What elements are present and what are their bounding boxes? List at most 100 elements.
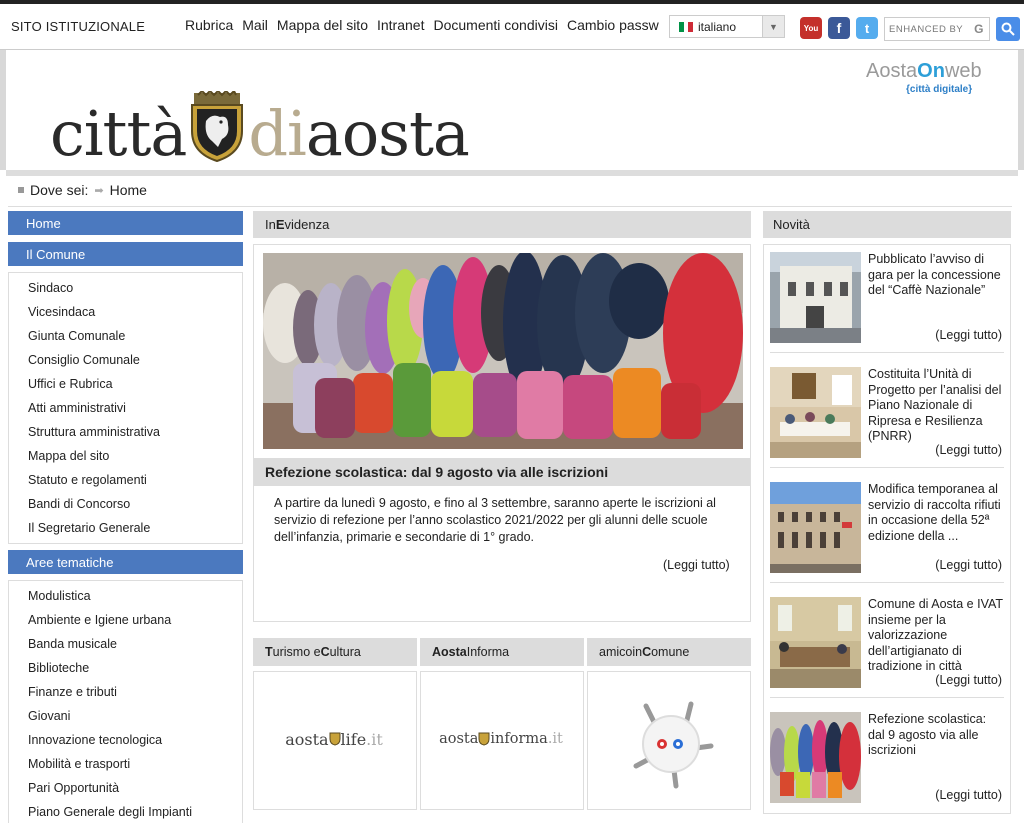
b1-a: T bbox=[265, 645, 273, 659]
facebook-icon[interactable]: f bbox=[828, 17, 850, 39]
sidebar-item-atti[interactable]: Atti amministrativi bbox=[9, 396, 242, 420]
sidebar-item-bandi[interactable]: Bandi di Concorso bbox=[9, 492, 242, 516]
news-item[interactable]: Refezione scolastica: dal 9 agosto via a… bbox=[770, 705, 1004, 813]
breadcrumb-current[interactable]: Home bbox=[110, 182, 147, 198]
sidebar-item-statuto[interactable]: Statuto e regolamenti bbox=[9, 468, 242, 492]
news-title[interactable]: Comune di Aosta e IVAT insieme per la va… bbox=[868, 597, 1004, 675]
sidebar-comune-block: Il Comune Sindaco Vicesindaca Giunta Com… bbox=[8, 242, 243, 544]
top-nav-change-password[interactable]: Cambio passw bbox=[567, 17, 659, 33]
aostaweb-on: On bbox=[917, 60, 945, 82]
aostaonweb-logo[interactable]: AostaOnweb {città digitale} bbox=[866, 60, 982, 95]
b3-a: amicoin bbox=[599, 645, 643, 659]
news-read-more[interactable]: (Leggi tutto) bbox=[935, 788, 1002, 802]
sidebar-item-biblioteche[interactable]: Biblioteche bbox=[9, 656, 242, 680]
logo2-a: aosta bbox=[439, 731, 479, 747]
news-read-more[interactable]: (Leggi tutto) bbox=[935, 558, 1002, 572]
top-nav-mail[interactable]: Mail bbox=[242, 17, 268, 33]
search-placeholder: ENHANCED BY bbox=[889, 23, 964, 35]
aostaweb-web: web bbox=[944, 60, 982, 82]
crest-small-icon bbox=[329, 732, 341, 746]
top-nav-rubrica[interactable]: Rubrica bbox=[185, 17, 233, 33]
news-thumbnail-backpacks bbox=[770, 712, 861, 803]
city-logo[interactable]: città di aosta bbox=[50, 85, 470, 170]
search-button[interactable] bbox=[996, 17, 1020, 41]
sidebar-item-struttura[interactable]: Struttura amministrativa bbox=[9, 420, 242, 444]
news-read-more[interactable]: (Leggi tutto) bbox=[935, 673, 1002, 687]
school-backpacks-image[interactable] bbox=[263, 253, 743, 449]
chevron-down-icon[interactable]: ▼ bbox=[762, 16, 784, 37]
logo-aosta: aosta bbox=[305, 97, 470, 170]
news-item[interactable]: Comune di Aosta e IVAT insieme per la va… bbox=[770, 590, 1004, 698]
breadcrumb-divider bbox=[8, 206, 1012, 207]
amicoincomune-banner[interactable] bbox=[587, 671, 751, 810]
sidebar-item-innovazione[interactable]: Innovazione tecnologica bbox=[9, 728, 242, 752]
news-thumbnail-townhall bbox=[770, 482, 861, 573]
news-read-more[interactable]: (Leggi tutto) bbox=[935, 328, 1002, 342]
youtube-icon[interactable]: You bbox=[800, 17, 822, 39]
evidenza-read-more[interactable]: (Leggi tutto) bbox=[663, 558, 730, 572]
tab-aostainforma[interactable]: Aosta Informa bbox=[420, 638, 584, 666]
sidebar-aree-header[interactable]: Aree tematiche bbox=[8, 550, 243, 574]
tab-turismo-cultura[interactable]: Turismo e Cultura bbox=[253, 638, 417, 666]
twitter-icon[interactable]: t bbox=[856, 17, 878, 39]
tab-amicoincomune[interactable]: amicoin Comune bbox=[587, 638, 751, 666]
logo2-c: .it bbox=[547, 731, 563, 747]
news-item[interactable]: Modifica temporanea al servizio di racco… bbox=[770, 475, 1004, 583]
top-bar: SITO ISTITUZIONALE Rubrica Mail Mappa de… bbox=[0, 0, 1024, 50]
news-item[interactable]: Pubblicato l’avviso di gara per la conce… bbox=[770, 245, 1004, 353]
news-title[interactable]: Costituita l’Unità di Progetto per l’ana… bbox=[868, 367, 1004, 445]
sidebar-item-finanze[interactable]: Finanze e tributi bbox=[9, 680, 242, 704]
language-select[interactable]: italiano ▼ bbox=[669, 15, 785, 38]
language-value: italiano bbox=[698, 19, 737, 34]
search-input[interactable]: ENHANCED BY G bbox=[884, 17, 990, 41]
top-nav-shared-documents[interactable]: Documenti condivisi bbox=[433, 17, 558, 33]
sidebar-aree-block: Aree tematiche Modulistica Ambiente e Ig… bbox=[8, 550, 243, 823]
news-title[interactable]: Pubblicato l’avviso di gara per la conce… bbox=[868, 252, 1004, 299]
news-read-more[interactable]: (Leggi tutto) bbox=[935, 443, 1002, 457]
top-nav-site-map[interactable]: Mappa del sito bbox=[277, 17, 368, 33]
sidebar-aree-list: Modulistica Ambiente e Igiene urbana Ban… bbox=[8, 580, 243, 823]
aostalife-logo: aosta life .it bbox=[272, 706, 396, 772]
sidebar-item-banda[interactable]: Banda musicale bbox=[9, 632, 242, 656]
sidebar-item-mappa[interactable]: Mappa del sito bbox=[9, 444, 242, 468]
sidebar-item-mobilita[interactable]: Mobilità e trasporti bbox=[9, 752, 242, 776]
sidebar-item-modulistica[interactable]: Modulistica bbox=[9, 584, 242, 608]
aostaweb-tagline: {città digitale} bbox=[906, 84, 973, 95]
sidebar-item-giunta[interactable]: Giunta Comunale bbox=[9, 324, 242, 348]
b3-b: C bbox=[642, 645, 652, 659]
logo1-c: .it bbox=[366, 729, 383, 749]
breadcrumb-label: Dove sei: bbox=[30, 182, 89, 198]
institutional-site-link[interactable]: SITO ISTITUZIONALE bbox=[11, 19, 145, 34]
b3-c: omune bbox=[651, 645, 690, 659]
crest-small-icon-2 bbox=[478, 732, 490, 746]
sidebar-item-piano-impianti[interactable]: Piano Generale degli Impianti bbox=[9, 800, 242, 823]
aostainforma-banner[interactable]: aosta informa .it bbox=[420, 671, 584, 810]
mascot-icon bbox=[633, 701, 714, 789]
breadcrumb: Dove sei: ➡ Home bbox=[18, 182, 147, 198]
site-header: città di aosta AostaOnweb {città digital… bbox=[0, 50, 1024, 170]
news-title[interactable]: Modifica temporanea al servizio di racco… bbox=[868, 482, 1004, 544]
sidebar-item-uffici[interactable]: Uffici e Rubrica bbox=[9, 372, 242, 396]
sidebar-item-segretario[interactable]: Il Segretario Generale bbox=[9, 516, 242, 540]
arrow-right-icon: ➡ bbox=[94, 184, 104, 197]
sidebar-item-sindaco[interactable]: Sindaco bbox=[9, 276, 242, 300]
sidebar-item-giovani[interactable]: Giovani bbox=[9, 704, 242, 728]
evidenza-head-b: E bbox=[275, 217, 285, 232]
sidebar-item-pari-opportunita[interactable]: Pari Opportunità bbox=[9, 776, 242, 800]
news-thumbnail-council-room bbox=[770, 597, 861, 688]
news-item[interactable]: Costituita l’Unità di Progetto per l’ana… bbox=[770, 360, 1004, 468]
sidebar-item-consiglio[interactable]: Consiglio Comunale bbox=[9, 348, 242, 372]
sidebar-item-ambiente[interactable]: Ambiente e Igiene urbana bbox=[9, 608, 242, 632]
logo-citta: città bbox=[50, 97, 187, 170]
logo-di: di bbox=[248, 97, 307, 170]
sidebar-comune-header[interactable]: Il Comune bbox=[8, 242, 243, 266]
sidebar-home[interactable]: Home bbox=[8, 211, 243, 235]
sidebar-item-vicesindaca[interactable]: Vicesindaca bbox=[9, 300, 242, 324]
aostalife-banner[interactable]: aosta life .it bbox=[253, 671, 417, 810]
logo2-b: informa bbox=[490, 731, 548, 747]
evidenza-title[interactable]: Refezione scolastica: dal 9 agosto via a… bbox=[254, 458, 750, 486]
top-nav-intranet[interactable]: Intranet bbox=[377, 17, 424, 33]
b2-a: Aosta bbox=[432, 645, 467, 659]
b1-b: urismo e bbox=[272, 645, 321, 659]
news-title[interactable]: Refezione scolastica: dal 9 agosto via a… bbox=[868, 712, 1004, 759]
